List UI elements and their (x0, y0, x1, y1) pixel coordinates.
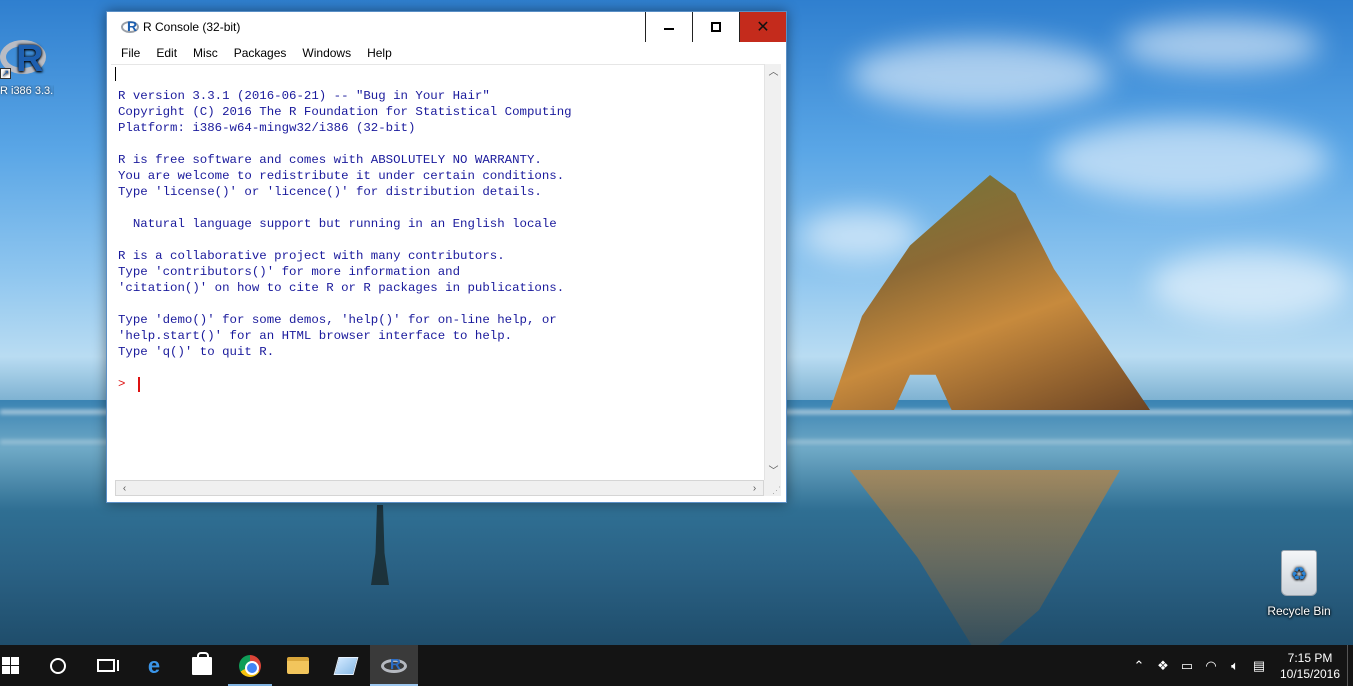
clock-time: 7:15 PM (1287, 650, 1333, 665)
clock[interactable]: 7:15 PM 10/15/2016 (1275, 650, 1345, 682)
wifi-icon[interactable]: ◠ (1199, 658, 1223, 674)
notes-icon (333, 656, 359, 675)
maximize-button[interactable] (692, 12, 739, 42)
show-desktop-button[interactable] (1347, 645, 1353, 686)
task-view-icon (97, 659, 115, 672)
cortana-icon (50, 657, 66, 674)
battery-icon[interactable]: ▭ (1175, 658, 1199, 674)
console-output: R version 3.3.1 (2016-06-21) -- "Bug in … (118, 89, 572, 359)
chrome-button[interactable] (226, 645, 274, 686)
minimize-button[interactable] (645, 12, 692, 42)
scroll-down-icon[interactable]: ﹀ (765, 463, 782, 480)
minimize-icon (664, 28, 674, 30)
r-desktop-shortcut[interactable]: R ↗ R i386 3.3.1 (0, 30, 56, 105)
notes-button[interactable] (322, 645, 370, 686)
file-explorer-icon (287, 657, 309, 674)
recycle-bin-icon: ♻ (1281, 550, 1317, 596)
chevron-up-icon[interactable]: ⌃ (1127, 658, 1151, 674)
title-bar[interactable]: R R Console (32-bit) ✕ (107, 12, 786, 42)
resize-grip-icon[interactable]: ⋰ (764, 480, 781, 496)
horizontal-scrollbar[interactable]: ‹ › (115, 480, 764, 496)
volume-icon[interactable]: 🔈︎ (1223, 658, 1247, 674)
close-button[interactable]: ✕ (739, 12, 786, 42)
menu-help[interactable]: Help (359, 46, 400, 60)
edge-icon: e (147, 652, 161, 678)
scroll-up-icon[interactable]: ︿ (765, 64, 782, 81)
top-caret (115, 67, 116, 81)
maximize-icon (711, 22, 721, 32)
r-console-icon: R (381, 656, 407, 675)
menu-bar: File Edit Misc Packages Windows Help (107, 42, 786, 64)
console-prompt: > (118, 377, 126, 391)
menu-file[interactable]: File (113, 46, 148, 60)
r-app-icon[interactable]: R (121, 18, 139, 34)
r-logo-icon: R ↗ (0, 36, 50, 82)
cortana-button[interactable] (34, 645, 82, 686)
recycle-bin-label: Recycle Bin (1267, 604, 1331, 618)
clock-date: 10/15/2016 (1279, 666, 1341, 681)
taskbar: e R ⌃ ❖ ▭ ◠ 🔈︎ ▤ 7:15 PM 10/15/2016 (0, 645, 1353, 686)
menu-packages[interactable]: Packages (226, 46, 295, 60)
r-shortcut-label: R i386 3.3.1 (0, 85, 54, 97)
window-title: R Console (32-bit) (143, 20, 241, 34)
scroll-right-icon[interactable]: › (746, 480, 763, 497)
console-area[interactable]: R version 3.3.1 (2016-06-21) -- "Bug in … (111, 64, 764, 480)
recycle-bin[interactable]: ♻ Recycle Bin (1262, 550, 1336, 618)
store-icon (192, 651, 212, 675)
dropbox-icon[interactable]: ❖ (1151, 658, 1175, 674)
menu-edit[interactable]: Edit (148, 46, 185, 60)
r-console-window: R R Console (32-bit) ✕ File Edit Misc Pa… (106, 11, 787, 503)
start-icon (2, 657, 19, 674)
chrome-icon (239, 654, 261, 677)
task-view-button[interactable] (82, 645, 130, 686)
scroll-left-icon[interactable]: ‹ (116, 480, 133, 497)
action-center-icon[interactable]: ▤ (1247, 658, 1271, 674)
system-tray: ⌃ ❖ ▭ ◠ 🔈︎ ▤ 7:15 PM 10/15/2016 (1127, 645, 1353, 686)
input-caret (138, 377, 140, 392)
vertical-scrollbar[interactable]: ︿ ﹀ (764, 64, 781, 480)
r-console-taskbar-button[interactable]: R (370, 645, 418, 686)
start-button[interactable] (0, 645, 24, 686)
edge-button[interactable]: e (130, 645, 178, 686)
close-icon: ✕ (756, 19, 770, 36)
menu-misc[interactable]: Misc (185, 46, 226, 60)
menu-windows[interactable]: Windows (294, 46, 359, 60)
shortcut-arrow-icon: ↗ (0, 68, 11, 79)
file-explorer-button[interactable] (274, 645, 322, 686)
store-button[interactable] (178, 645, 226, 686)
